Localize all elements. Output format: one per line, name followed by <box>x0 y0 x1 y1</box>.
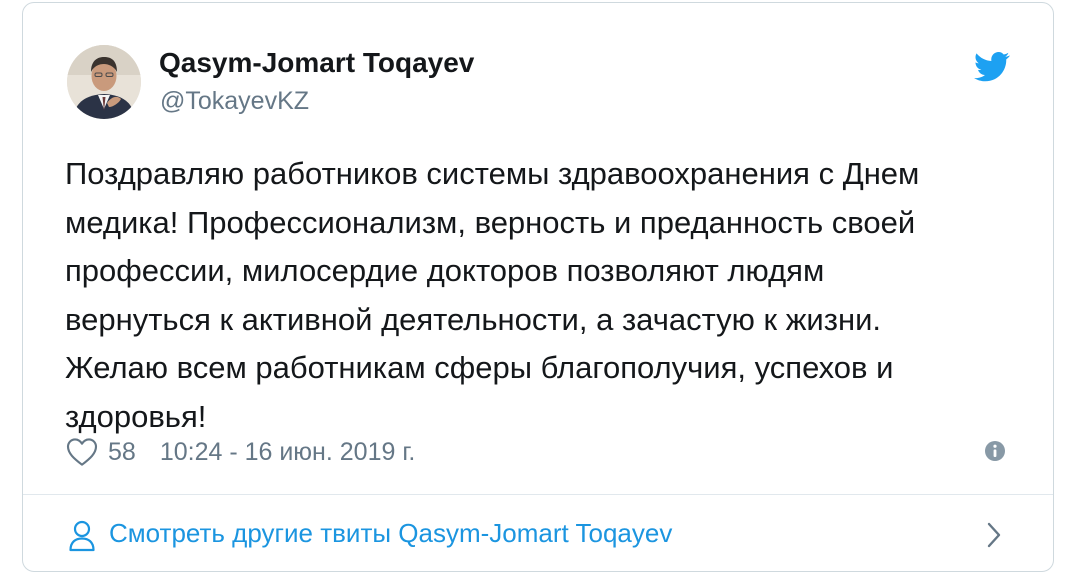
author-name[interactable]: Qasym-Jomart Toqayev <box>159 47 474 79</box>
chevron-right-icon <box>987 522 1001 548</box>
tweet-text: Поздравляю работников системы здравоохра… <box>65 156 920 434</box>
author-handle[interactable]: @TokayevKZ <box>160 87 309 116</box>
twitter-bird-icon[interactable] <box>974 51 1010 83</box>
person-icon <box>69 520 95 552</box>
info-icon[interactable] <box>984 440 1006 462</box>
like-count: 58 <box>108 437 136 466</box>
tweet-card: Qasym-Jomart Toqayev @TokayevKZ Поздравл… <box>22 2 1054 572</box>
tweet-timestamp[interactable]: 10:24 - 16 июн. 2019 г. <box>160 438 416 467</box>
avatar[interactable] <box>67 45 141 119</box>
tweet-meta: 58 10:24 - 16 июн. 2019 г. <box>66 434 415 470</box>
avatar-photo <box>67 45 141 119</box>
heart-icon[interactable] <box>66 437 98 467</box>
more-tweets-label: Смотреть другие твиты Qasym-Jomart Toqay… <box>109 518 673 548</box>
more-tweets-link[interactable]: Смотреть другие твиты Qasym-Jomart Toqay… <box>23 495 1053 571</box>
